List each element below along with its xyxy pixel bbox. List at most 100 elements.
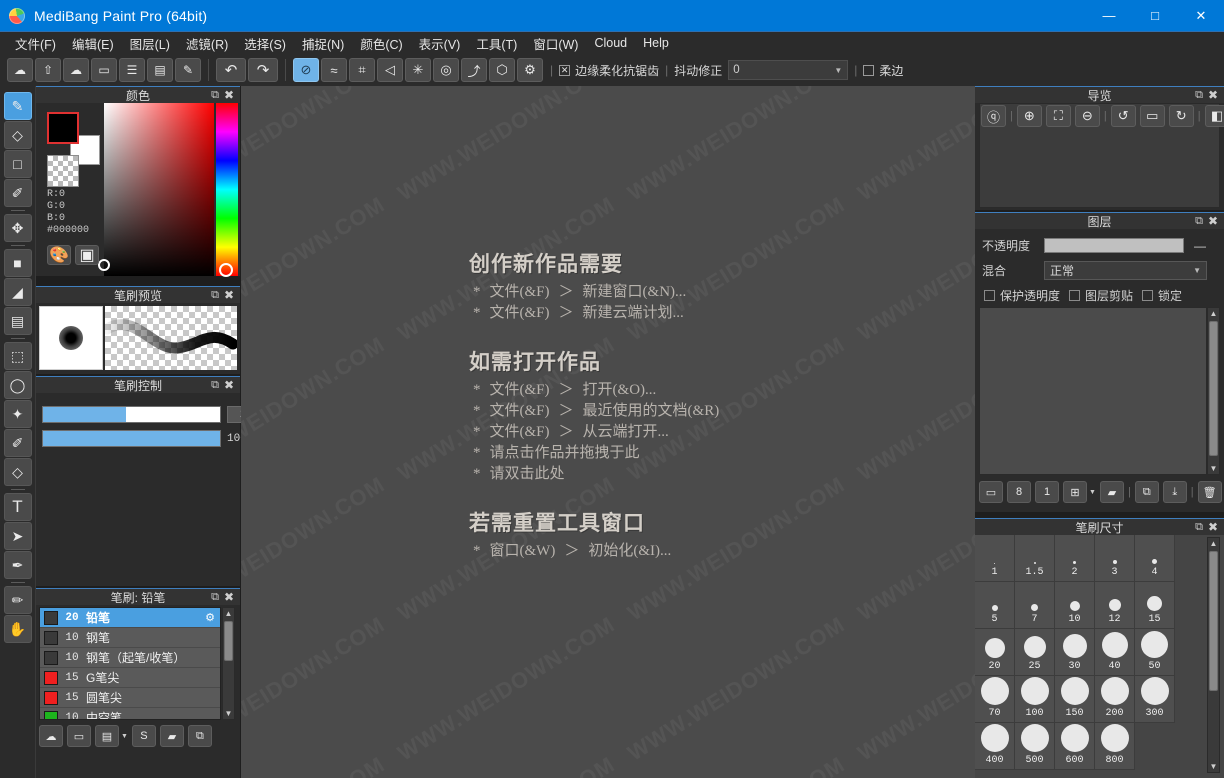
layer-opacity-slider[interactable] (1044, 238, 1184, 253)
brush-size-cell[interactable]: 500 (1015, 723, 1055, 770)
blend-mode-select[interactable]: 正常 ▼ (1044, 261, 1207, 280)
float-icon[interactable]: ⧉ (211, 380, 219, 391)
menu-item-10[interactable]: Cloud (586, 33, 635, 53)
grid-button[interactable]: ⌗ (349, 58, 375, 82)
brush-list-item[interactable]: 15G笔尖 (40, 668, 220, 688)
scrollbar-thumb[interactable] (1209, 551, 1218, 691)
palette-icon[interactable]: 🎨 (47, 245, 71, 265)
brush-tool[interactable]: ✎ (4, 92, 32, 120)
download-brush-button[interactable]: ☁ (39, 725, 63, 747)
flip-horizontal-button[interactable]: ◧ (1205, 105, 1224, 127)
blur-tool[interactable]: ✐ (4, 179, 32, 207)
shape-tool[interactable]: □ (4, 150, 32, 178)
soft-edge-checkbox[interactable] (863, 65, 874, 76)
rect-select-tool[interactable]: ⬚ (4, 342, 32, 370)
brush-size-cell[interactable]: 70 (975, 676, 1015, 723)
hue-cursor[interactable] (219, 263, 233, 277)
gear-icon[interactable]: ⚙ (205, 611, 215, 624)
brush-size-cell[interactable]: 30 (1055, 629, 1095, 676)
brush-size-cell[interactable]: 2 (1055, 535, 1095, 582)
maximize-button[interactable]: □ (1132, 0, 1178, 31)
sv-cursor[interactable] (98, 259, 110, 271)
foreground-color-swatch[interactable] (47, 112, 79, 144)
canvas-area[interactable]: WWW.WEIDOWN.COMWWW.WEIDOWN.COMWWW.WEIDOW… (241, 86, 975, 778)
panel-button[interactable]: ▤ (147, 58, 173, 82)
brush-size-scrollbar[interactable]: ▲ ▼ (1207, 537, 1220, 773)
float-icon[interactable]: ⧉ (1195, 90, 1203, 101)
brush-size-cell[interactable]: 50 (1135, 629, 1175, 676)
menu-item-8[interactable]: 工具(T) (468, 31, 525, 56)
brush-size-cell[interactable]: 400 (975, 723, 1015, 770)
document-button[interactable]: ☰ (119, 58, 145, 82)
brush-list[interactable]: 20铅笔⚙10钢笔10钢笔（起笔/收笔）15G笔尖15圆笔尖10中空笔 (39, 607, 221, 720)
float-icon[interactable]: ⧉ (1195, 216, 1203, 227)
menu-item-9[interactable]: 窗口(W) (525, 31, 586, 56)
scroll-down-icon[interactable]: ▼ (225, 708, 233, 719)
fill-rect-tool[interactable]: ■ (4, 249, 32, 277)
scroll-up-icon[interactable]: ▲ (1210, 308, 1218, 319)
lock-checkbox[interactable]: 锁定 (1142, 287, 1182, 304)
duplicate-layer-button[interactable]: ⧉ (1135, 481, 1159, 503)
new-brush-button[interactable]: ▭ (67, 725, 91, 747)
minimize-button[interactable]: — (1086, 0, 1132, 31)
delete-layer-button[interactable]: 🗑 (1198, 481, 1222, 503)
menu-item-0[interactable]: 文件(F) (7, 31, 64, 56)
brush-size-cell[interactable]: 300 (1135, 676, 1175, 723)
brush-size-cell[interactable]: 20 (975, 629, 1015, 676)
scroll-down-icon[interactable]: ▼ (1210, 761, 1218, 772)
float-icon[interactable]: ⧉ (211, 290, 219, 301)
text-tool[interactable]: T (4, 493, 32, 521)
gradient-tool[interactable]: ▤ (4, 307, 32, 335)
brush-size-cell[interactable]: 1 (975, 535, 1015, 582)
comment-button[interactable]: ☁ (63, 58, 89, 82)
checkbox-box[interactable] (984, 290, 995, 301)
checkbox-box[interactable] (1069, 290, 1080, 301)
reset-rotation-button[interactable]: ▭ (1140, 105, 1165, 127)
scroll-down-icon[interactable]: ▼ (1210, 463, 1218, 474)
menu-item-4[interactable]: 选择(S) (236, 31, 294, 56)
antialias-checkbox[interactable]: ✕ (559, 65, 570, 76)
radial-ruler-button[interactable]: ✳ (405, 58, 431, 82)
magic-wand-tool[interactable]: ✦ (4, 400, 32, 428)
brush-list-item[interactable]: 10中空笔 (40, 708, 220, 720)
close-icon[interactable]: ✖ (224, 591, 234, 603)
brush-size-cell[interactable]: 7 (1015, 582, 1055, 629)
brush-size-cell[interactable]: 600 (1055, 723, 1095, 770)
brush-size-cell[interactable]: 150 (1055, 676, 1095, 723)
transparent-swatch[interactable] (47, 155, 79, 187)
float-icon[interactable]: ⧉ (211, 592, 219, 603)
brush-size-cell[interactable]: 15 (1135, 582, 1175, 629)
float-icon[interactable]: ⧉ (1195, 522, 1203, 533)
eyedropper-tool[interactable]: ✒ (4, 551, 32, 579)
redo-button[interactable]: ↷ (248, 58, 278, 82)
brush-folder-button[interactable]: ▰ (160, 725, 184, 747)
bucket-tool[interactable]: ◢ (4, 278, 32, 306)
move-tool[interactable]: ✥ (4, 214, 32, 242)
eraser-tool[interactable]: ◇ (4, 121, 32, 149)
pen-tool[interactable]: ✏ (4, 586, 32, 614)
add-brush-button[interactable]: ▤ (95, 725, 119, 747)
menu-item-11[interactable]: Help (635, 33, 677, 53)
float-icon[interactable]: ⧉ (211, 90, 219, 101)
fit-screen-button[interactable]: ⛶ (1046, 105, 1071, 127)
menu-item-7[interactable]: 表示(V) (411, 31, 469, 56)
zoom-out-button[interactable]: ⊖ (1075, 105, 1100, 127)
brush-size-cell[interactable]: 200 (1095, 676, 1135, 723)
scroll-up-icon[interactable]: ▲ (1210, 538, 1218, 549)
close-icon[interactable]: ✖ (224, 289, 234, 301)
operation-tool[interactable]: ➤ (4, 522, 32, 550)
new-8bit-layer-button[interactable]: 8 (1007, 481, 1031, 503)
brush-list-scrollbar[interactable]: ▲ ▼ (222, 607, 235, 720)
scroll-up-icon[interactable]: ▲ (225, 608, 233, 619)
rotate-left-button[interactable]: ↺ (1111, 105, 1136, 127)
parallel-ruler-button[interactable]: ◁ (377, 58, 403, 82)
rotate-right-button[interactable]: ↻ (1169, 105, 1194, 127)
curve-ruler-button[interactable]: ⤴ (461, 58, 487, 82)
add-layer-menu-button[interactable]: ⊞ (1063, 481, 1087, 503)
merge-layer-button[interactable]: ⤓ (1163, 481, 1187, 503)
duplicate-brush-button[interactable]: ⧉ (188, 725, 212, 747)
brush-size-cell[interactable]: 25 (1015, 629, 1055, 676)
no-correction-button[interactable]: ⊘ (293, 58, 319, 82)
layer-list[interactable] (979, 307, 1207, 475)
edit-page-button[interactable]: ✎ (175, 58, 201, 82)
